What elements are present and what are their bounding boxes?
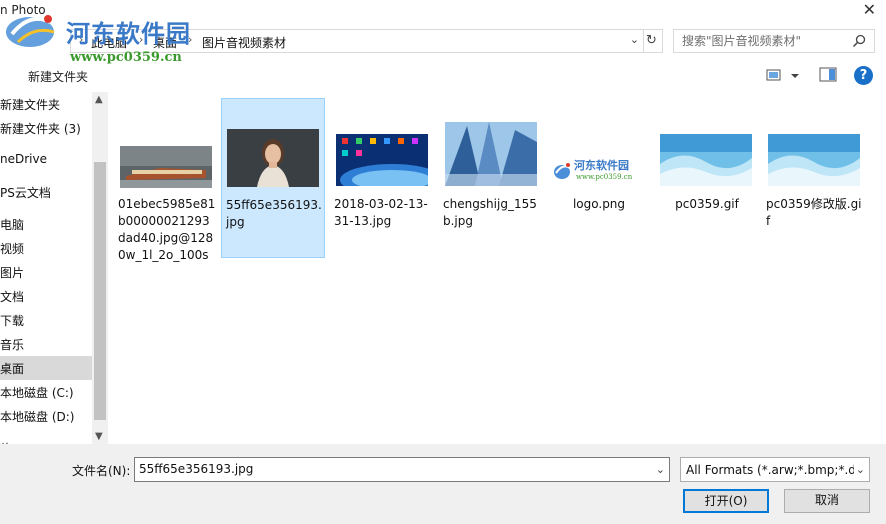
dialog-footer: 文件名(N): ⌄ All Formats (*.arw;*.bmp;*.dil…: [0, 444, 886, 524]
refresh-icon[interactable]: ↻: [641, 29, 663, 53]
file-item-pc0359-modified-gif[interactable]: pc0359修改版.gif: [762, 98, 866, 258]
logo-thumbnail-url: www.pc0359.cn: [576, 173, 633, 181]
logo-thumbnail-brand-text: 河东软件园: [574, 159, 629, 172]
sidebar-item-local-disk-c[interactable]: 本地磁盘 (C:): [0, 380, 92, 404]
filename-input[interactable]: [139, 462, 639, 476]
navigation-pane: 新建文件夹 新建文件夹 (3) neDrive PS云文档电脑 视频 图片 文档 下载 音乐 桌面…: [0, 92, 92, 446]
thumbnail-image: 河东软件园 www.pc0359.cn: [552, 156, 644, 186]
filename-label: 文件名(N):: [72, 464, 131, 478]
file-name: 01ebec5985e81b00000021293dad40.jpg@1280w…: [118, 197, 216, 266]
thumbnail-image: [227, 129, 319, 187]
file-type-select[interactable]: All Formats (*.arw;*.bmp;*.dil ⌄: [680, 457, 870, 482]
toolbar: 新建文件夹 ?: [0, 62, 886, 90]
search-input[interactable]: [682, 34, 842, 48]
file-item-2018-03-02[interactable]: 2018-03-02-13-31-13.jpg: [330, 98, 434, 258]
watermark-logo-icon: [6, 15, 55, 47]
thumbnail-image: [336, 134, 428, 186]
sidebar-item-onedrive[interactable]: neDrive: [0, 148, 92, 172]
file-item-pc0359-gif[interactable]: pc0359.gif: [654, 98, 758, 258]
scroll-up-icon[interactable]: ▲: [95, 94, 103, 105]
sidebar-item-wps-cloud[interactable]: PS云文档: [0, 180, 92, 204]
close-icon[interactable]: ✕: [863, 1, 876, 19]
filename-dropdown-icon[interactable]: ⌄: [656, 463, 665, 476]
file-name: 55ff65e356193.jpg: [226, 198, 322, 229]
file-type-dropdown-icon[interactable]: ⌄: [855, 463, 865, 476]
file-name: chengshijg_155b.jpg: [443, 197, 537, 228]
sidebar-item-pictures[interactable]: 图片: [0, 260, 92, 284]
sidebar-item-desktop[interactable]: 桌面: [0, 356, 92, 380]
file-item-55ff65e356193[interactable]: 55ff65e356193.jpg: [221, 98, 325, 258]
help-icon[interactable]: ?: [854, 66, 873, 85]
thumbnail-image: [768, 134, 860, 186]
file-list-view: 01ebec5985e81b00000021293dad40.jpg@1280w…: [108, 92, 886, 444]
file-item-logo[interactable]: 河东软件园 www.pc0359.cn logo.png: [546, 98, 650, 258]
search-box[interactable]: [673, 29, 875, 53]
thumbnail-image: [445, 122, 537, 186]
scroll-down-icon[interactable]: ▼: [95, 431, 103, 442]
sidebar-item-new-folder[interactable]: 新建文件夹: [0, 92, 92, 116]
filename-combobox[interactable]: ⌄: [134, 457, 670, 482]
thumbnail-image: [120, 146, 212, 188]
watermark-logo: 河东软件园 www.pc0359.cn: [4, 8, 204, 68]
breadcrumb-current-folder[interactable]: 图片音视频素材: [202, 34, 286, 51]
sidebar-item-documents[interactable]: 文档: [0, 284, 92, 308]
file-item-01ebec[interactable]: 01ebec5985e81b00000021293dad40.jpg@1280w…: [114, 98, 218, 266]
sidebar-item-new-folder-3[interactable]: 新建文件夹 (3): [0, 116, 92, 140]
sidebar-item-videos[interactable]: 视频: [0, 236, 92, 260]
file-name: pc0359修改版.gif: [766, 197, 862, 228]
watermark-brand-text: 河东软件园: [66, 19, 191, 48]
file-name: pc0359.gif: [675, 197, 739, 211]
sidebar-item-downloads[interactable]: 下载: [0, 308, 92, 332]
sidebar-item-music[interactable]: 音乐: [0, 332, 92, 356]
file-type-value: All Formats (*.arw;*.bmp;*.dil: [686, 463, 854, 477]
file-item-chengshijg[interactable]: chengshijg_155b.jpg: [439, 98, 543, 258]
sidebar-item-this-pc[interactable]: 电脑: [0, 212, 92, 236]
open-button[interactable]: 打开(O): [683, 489, 769, 513]
address-history-dropdown-icon[interactable]: ⌄: [630, 33, 639, 46]
sidebar-item-local-disk-d[interactable]: 本地磁盘 (D:): [0, 404, 92, 428]
file-name: 2018-03-02-13-31-13.jpg: [334, 197, 428, 228]
cancel-button[interactable]: 取消: [784, 489, 870, 513]
scrollbar-thumb[interactable]: [94, 162, 106, 420]
new-folder-button[interactable]: 新建文件夹: [28, 68, 88, 85]
thumbnail-image: [660, 134, 752, 186]
file-name: logo.png: [572, 197, 626, 211]
change-view-icon[interactable]: [766, 68, 802, 84]
navigation-pane-scrollbar[interactable]: ▲ ▼: [92, 92, 108, 444]
preview-pane-icon[interactable]: [819, 67, 837, 83]
search-icon[interactable]: [852, 34, 866, 48]
